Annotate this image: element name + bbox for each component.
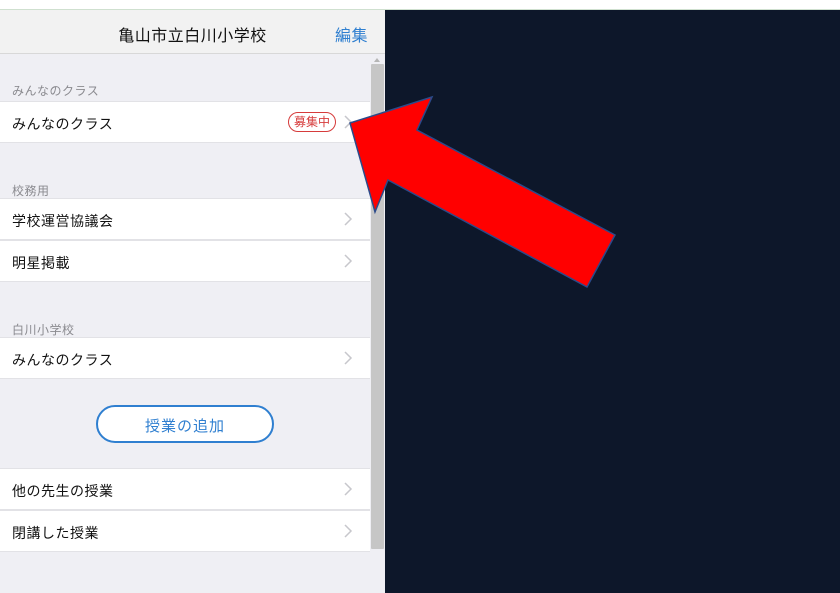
class-list[interactable]: みんなのクラス みんなのクラス 募集中 校務用 学校運営協議会 明星掲載 白川小… [0,54,370,593]
add-class-area: 授業の追加 [0,389,370,465]
list-item-label: 他の先生の授業 [12,484,114,500]
chevron-right-icon [342,480,354,498]
sidebar: 亀山市立白川小学校 編集 みんなのクラス みんなのクラス 募集中 校務用 学校運… [0,10,385,593]
scrollbar-thumb[interactable] [371,64,384,549]
list-item-shirakawa-class[interactable]: みんなのクラス [0,337,370,379]
school-title: 亀山市立白川小学校 [118,26,267,45]
list-item-other-teachers[interactable]: 他の先生の授業 [0,468,370,510]
navigation-bar: 亀山市立白川小学校 編集 [0,10,385,54]
chevron-right-icon [342,522,354,540]
list-item-closed-classes[interactable]: 閉講した授業 [0,510,370,552]
add-class-button[interactable]: 授業の追加 [96,405,274,443]
list-item-meisei[interactable]: 明星掲載 [0,240,370,282]
list-item-minna-class[interactable]: みんなのクラス 募集中 [0,101,370,143]
chevron-right-icon [342,349,354,367]
list-item-label: みんなのクラス [12,117,114,133]
list-item-school-council[interactable]: 学校運営協議会 [0,198,370,240]
section-header-shirakawa: 白川小学校 [12,323,75,337]
section-header-koumu: 校務用 [12,184,50,198]
recruiting-badge: 募集中 [287,112,336,132]
list-item-label: 学校運営協議会 [12,214,114,230]
list-item-label: 明星掲載 [12,256,70,272]
list-item-label: みんなのクラス [12,353,114,369]
scroll-up-arrow-icon[interactable] [374,58,380,62]
chevron-right-icon [342,252,354,270]
scrollbar[interactable] [370,54,385,593]
edit-button[interactable]: 編集 [335,22,368,46]
section-header-minna: みんなのクラス [12,84,100,98]
top-border [0,0,840,10]
chevron-right-icon [342,210,354,228]
detail-pane [385,10,840,593]
chevron-right-icon [342,113,354,131]
list-item-label: 閉講した授業 [12,526,99,542]
